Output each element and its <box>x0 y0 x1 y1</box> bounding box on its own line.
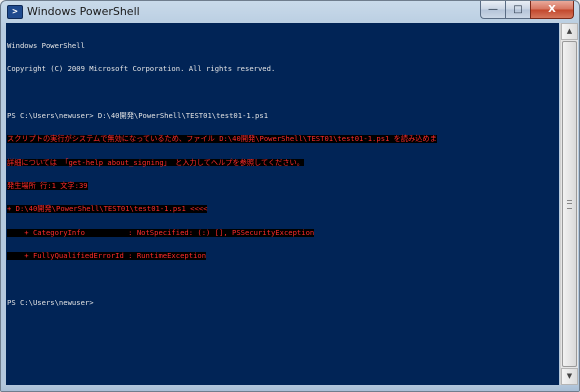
copyright-line: Copyright (C) 2009 Microsoft Corporation… <box>7 63 276 73</box>
error-location-line: + D:\40開発\PowerShell\TEST01\test01-1.ps1… <box>7 204 208 214</box>
powershell-window: > Windows PowerShell — □ X Windows Power… <box>0 0 580 392</box>
command-line: PS C:\Users\newuser> D:\40開発\PowerShell\… <box>7 110 269 120</box>
powershell-icon[interactable]: > <box>7 5 23 19</box>
close-button[interactable]: X <box>530 1 574 19</box>
minimize-button[interactable]: — <box>480 1 505 19</box>
scroll-up-arrow-icon[interactable]: ▲ <box>561 23 578 40</box>
vertical-scrollbar[interactable]: ▲ ▼ <box>560 23 578 385</box>
maximize-button[interactable]: □ <box>505 1 530 19</box>
caption-buttons: — □ X <box>480 1 574 19</box>
grip-icon <box>567 200 572 209</box>
console-output[interactable]: Windows PowerShell Copyright (C) 2009 Mi… <box>6 23 559 385</box>
error-message-line: 詳細については 「get-help about_signing」 と入力してヘル… <box>7 157 304 167</box>
window-bottom-border <box>1 385 579 391</box>
scroll-down-arrow-icon[interactable]: ▼ <box>561 368 578 385</box>
prompt-line[interactable]: PS C:\Users\newuser> <box>7 299 559 307</box>
error-location-line: 発生場所 行:1 文字:39 <box>7 180 88 190</box>
window-title: Windows PowerShell <box>27 5 140 18</box>
error-id-line: + FullyQualifiedErrorId : RuntimeExcepti… <box>7 251 207 261</box>
title-bar[interactable]: > Windows PowerShell — □ X <box>1 1 579 23</box>
error-category-line: + CategoryInfo : NotSpecified: (:) [], P… <box>7 227 315 237</box>
banner-line: Windows PowerShell <box>7 40 85 50</box>
error-message-line: スクリプトの実行がシステムで無効になっているため、ファイル D:\40開発\Po… <box>7 134 437 144</box>
scrollbar-thumb[interactable] <box>562 41 577 367</box>
